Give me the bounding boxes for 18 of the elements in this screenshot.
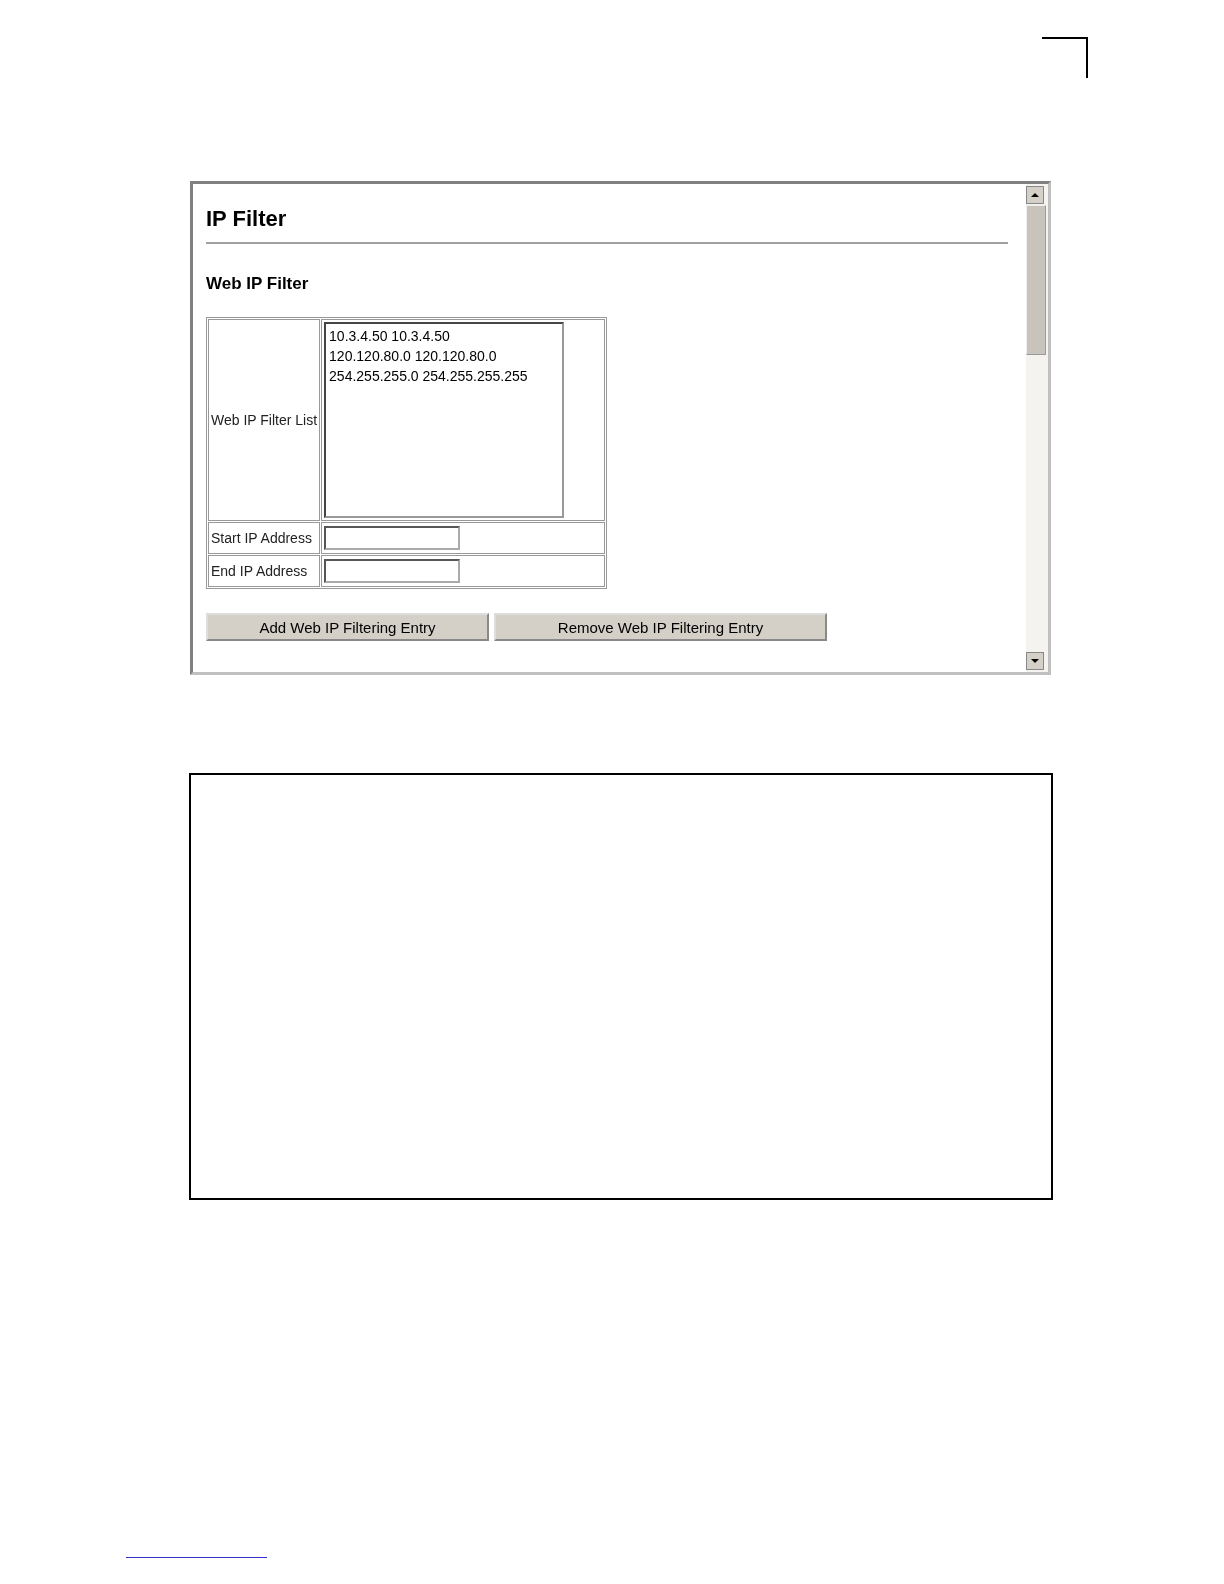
scroll-thumb[interactable]: [1026, 205, 1046, 355]
section-heading: Web IP Filter: [206, 274, 310, 294]
crop-mark: [1042, 37, 1088, 78]
start-ip-field[interactable]: [324, 526, 461, 550]
field-label: Start IP Address: [208, 522, 321, 554]
action-button[interactable]: Add Web IP Filtering Entry: [206, 613, 489, 641]
scrollbar[interactable]: [1026, 184, 1048, 672]
list-entry[interactable]: 120.120.80.0 120.120.80.0: [329, 346, 560, 366]
field-label: Web IP Filter List: [208, 319, 321, 521]
action-button[interactable]: Remove Web IP Filtering Entry: [494, 613, 827, 641]
page-title: IP Filter: [206, 206, 288, 232]
scroll-down-icon[interactable]: [1026, 652, 1044, 670]
end-ip-field[interactable]: [324, 559, 461, 583]
list-entry[interactable]: 254.255.255.0 254.255.255.255: [329, 366, 560, 386]
list-entry[interactable]: 10.3.4.50 10.3.4.50: [329, 326, 560, 346]
filter-list[interactable]: 10.3.4.50 10.3.4.50 120.120.80.0 120.120.80.0 254.255.255.0 254.255.255.255: [324, 322, 565, 518]
field-label: End IP Address: [208, 555, 321, 587]
scroll-up-icon[interactable]: [1026, 186, 1044, 204]
